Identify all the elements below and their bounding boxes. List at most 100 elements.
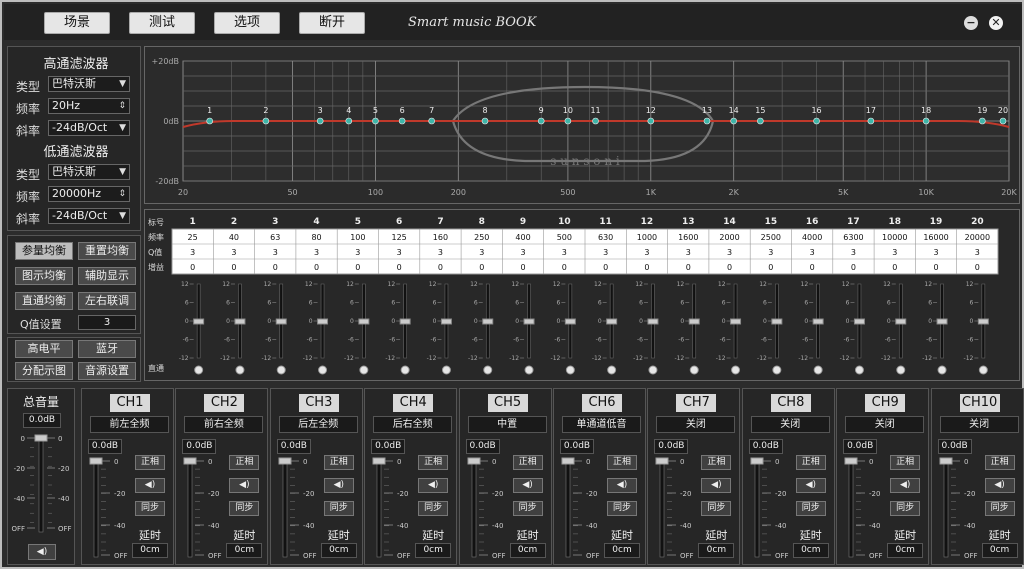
sync-button[interactable]: 同步	[512, 501, 543, 516]
channel-volume-slider[interactable]: 0 -20 -40 OFF	[82, 389, 132, 566]
lowpass-slope-value: -24dB/Oct	[52, 209, 108, 222]
phase-button[interactable]: 正相	[512, 455, 543, 470]
phase-button[interactable]: 正相	[890, 455, 921, 470]
mute-button[interactable]: ◀)	[229, 478, 260, 493]
master-mute-button[interactable]: ◀)	[28, 544, 56, 560]
eq-curve-graph[interactable]: +20dB 0dB -20dB 20 50 100 200 500 1K 2K 5K 10K 20K s …	[144, 46, 1020, 204]
highpass-freq-spinner[interactable]: 20Hz ⇕	[48, 98, 130, 114]
delay-value[interactable]: 0cm	[320, 543, 357, 558]
slider-scale-label: -12	[592, 355, 602, 362]
reset-eq-button[interactable]: 重置均衡	[78, 242, 136, 260]
highpass-slope-select[interactable]: -24dB/Oct ▼	[48, 120, 130, 136]
bluetooth-button[interactable]: 蓝牙	[78, 340, 136, 358]
phase-button[interactable]: 正相	[701, 455, 732, 470]
channel-volume-slider[interactable]: 0 -20 -40 OFF	[743, 389, 793, 566]
delay-value[interactable]: 0cm	[981, 543, 1018, 558]
band-slider-knob	[523, 318, 535, 325]
lowpass-slope-select[interactable]: -24dB/Oct ▼	[48, 208, 130, 224]
close-icon[interactable]: ✕	[989, 16, 1003, 30]
delay-label: 延时	[988, 529, 1011, 542]
delay-value[interactable]: 0cm	[132, 543, 168, 558]
master-slider[interactable]: 0 0 -20 -20 -40 -40 OFF OFF	[8, 434, 74, 544]
disconnect-button[interactable]: 断开	[299, 12, 365, 34]
channel-volume-slider[interactable]: 0 -20 -40 OFF	[365, 389, 415, 566]
channel-volume-slider[interactable]: 0 -20 -40 OFF	[554, 389, 604, 566]
highpass-type-select[interactable]: 巴特沃斯 ▼	[48, 76, 130, 92]
options-button[interactable]: 选项	[214, 12, 280, 34]
distribution-diagram-button[interactable]: 分配示图	[15, 362, 73, 380]
phase-button[interactable]: 正相	[607, 455, 637, 470]
sync-button[interactable]: 同步	[984, 501, 1015, 516]
band-point-label: 9	[539, 106, 544, 115]
graphic-eq-button[interactable]: 图示均衡	[15, 267, 73, 285]
slider-scale-label: 12	[842, 281, 850, 288]
mute-button[interactable]: ◀)	[418, 478, 449, 493]
slider-scale-label: -6	[389, 337, 395, 344]
slider-scale-label: 12	[883, 281, 891, 288]
lowpass-type-select[interactable]: 巴特沃斯 ▼	[48, 164, 130, 180]
lowpass-freq-spinner[interactable]: 20000Hz ⇕	[48, 186, 130, 202]
delay-value[interactable]: 0cm	[226, 543, 263, 558]
band-bypass-toggle	[937, 365, 947, 375]
band-freq-cell: 6300	[843, 233, 863, 242]
phase-button[interactable]: 正相	[229, 455, 260, 470]
band-slider-knob	[606, 318, 618, 325]
channel-volume-slider[interactable]: 0 -20 -40 OFF	[837, 389, 887, 566]
delay-value[interactable]: 0cm	[415, 543, 452, 558]
mute-button[interactable]: ◀)	[323, 478, 354, 493]
band-slider-knob	[275, 318, 287, 325]
delay-value[interactable]: 0cm	[698, 543, 735, 558]
mute-button[interactable]: ◀)	[890, 478, 921, 493]
channel-volume-slider[interactable]: 0 -20 -40 OFF	[932, 389, 982, 566]
slider-scale-label: 0	[185, 318, 189, 325]
sync-button[interactable]: 同步	[795, 501, 826, 516]
source-setting-button[interactable]: 音源设置	[78, 362, 136, 380]
sync-button[interactable]: 同步	[607, 501, 637, 516]
test-button[interactable]: 测试	[129, 12, 195, 34]
band-point-label: 17	[866, 106, 876, 115]
phase-button[interactable]: 正相	[418, 455, 449, 470]
minimize-icon[interactable]: −	[964, 16, 978, 30]
mute-button[interactable]: ◀)	[984, 478, 1015, 493]
bypass-eq-button[interactable]: 直通均衡	[15, 292, 73, 310]
phase-button[interactable]: 正相	[984, 455, 1015, 470]
mute-button[interactable]: ◀)	[701, 478, 732, 493]
high-level-button[interactable]: 高电平	[15, 340, 73, 358]
channel-scale-label: -40	[114, 522, 125, 530]
band-bypass-toggle	[772, 365, 782, 375]
phase-button[interactable]: 正相	[323, 455, 354, 470]
sync-button[interactable]: 同步	[323, 501, 354, 516]
band-point	[398, 117, 406, 125]
mute-button[interactable]: ◀)	[795, 478, 826, 493]
phase-button[interactable]: 正相	[795, 455, 826, 470]
band-q-cell: 3	[975, 248, 980, 257]
phase-button[interactable]: 正相	[135, 455, 165, 470]
mute-button[interactable]: ◀)	[512, 478, 543, 493]
sync-button[interactable]: 同步	[229, 501, 260, 516]
delay-value[interactable]: 0cm	[604, 543, 640, 558]
master-slider-track	[38, 437, 44, 533]
lowpass-freq-label: 频率	[16, 190, 41, 204]
delay-value[interactable]: 0cm	[509, 543, 546, 558]
sync-button[interactable]: 同步	[418, 501, 449, 516]
channel-volume-slider[interactable]: 0 -20 -40 OFF	[460, 389, 510, 566]
q-value-input[interactable]: 3	[78, 315, 136, 330]
y-tick-label: 0dB	[163, 117, 179, 126]
scene-button[interactable]: 场景	[44, 12, 110, 34]
master-value[interactable]: 0.0dB	[23, 413, 61, 428]
lr-link-button[interactable]: 左右联调	[78, 292, 136, 310]
row-label-q: Q值	[148, 247, 162, 257]
delay-value[interactable]: 0cm	[887, 543, 924, 558]
sync-button[interactable]: 同步	[701, 501, 732, 516]
sync-button[interactable]: 同步	[890, 501, 921, 516]
mute-button[interactable]: ◀)	[135, 478, 165, 493]
row-label-id: 标号	[148, 217, 164, 227]
aux-display-button[interactable]: 辅助显示	[78, 267, 136, 285]
channel-volume-slider[interactable]: 0 -20 -40 OFF	[648, 389, 698, 566]
param-eq-button[interactable]: 参量均衡	[15, 242, 73, 260]
mute-button[interactable]: ◀)	[607, 478, 637, 493]
channel-volume-slider[interactable]: 0 -20 -40 OFF	[271, 389, 321, 566]
channel-volume-slider[interactable]: 0 -20 -40 OFF	[176, 389, 226, 566]
sync-button[interactable]: 同步	[135, 501, 165, 516]
delay-value[interactable]: 0cm	[792, 543, 829, 558]
